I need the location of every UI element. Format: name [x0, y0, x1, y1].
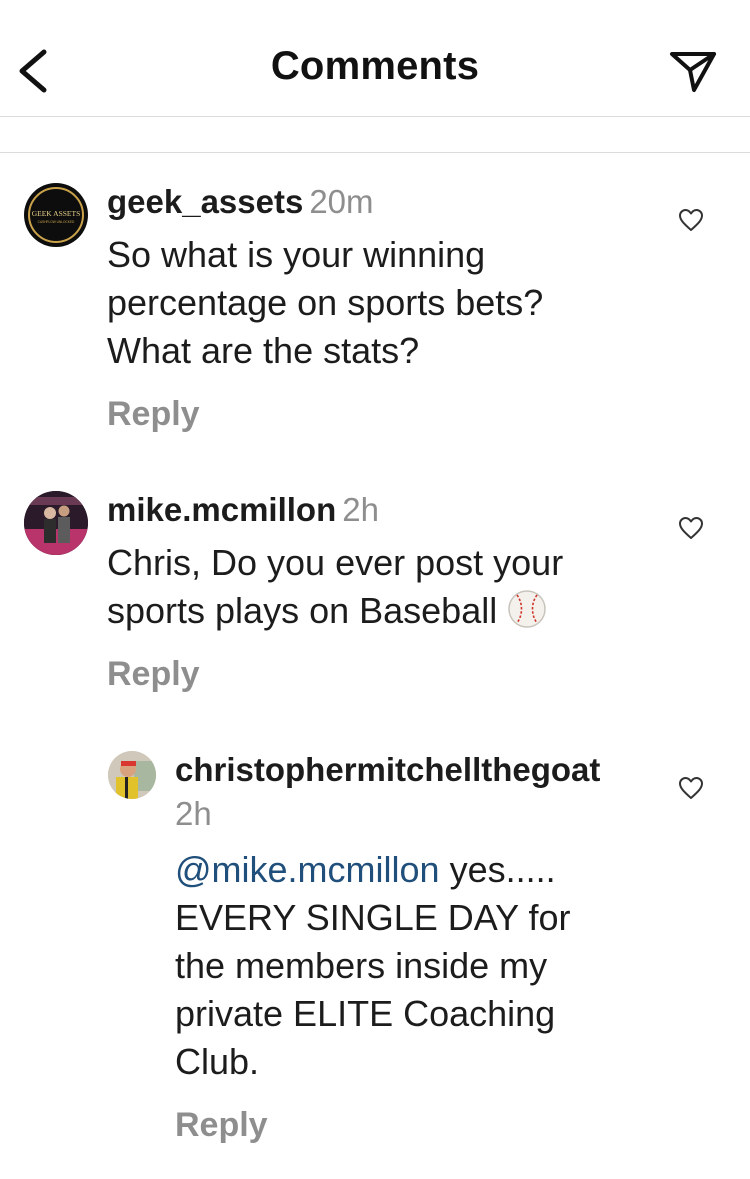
reply-button[interactable]: Reply	[175, 1106, 600, 1145]
share-button[interactable]	[668, 48, 718, 94]
section-divider	[0, 152, 750, 153]
svg-text:GEEK ASSETS: GEEK ASSETS	[32, 209, 81, 218]
comment-line: Club.	[175, 1041, 260, 1082]
comment-line: EVERY SINGLE DAY for	[175, 897, 571, 938]
avatar[interactable]	[24, 491, 88, 555]
timestamp: 2h	[342, 491, 379, 528]
comment-line: So what is your winning	[107, 234, 486, 275]
comment-header: geek_assets 20m	[107, 182, 543, 222]
header: Comments	[0, 0, 750, 117]
comment-line: the members inside my	[175, 945, 548, 986]
comment-text: So what is your winning percentage on sp…	[107, 231, 543, 375]
mention-link[interactable]: @mike.mcmillon	[175, 849, 440, 890]
username[interactable]: christophermitchellthegoat	[175, 751, 600, 788]
comment-item: GEEK ASSETS CASHFLOW UNLOCKED geek_asset…	[0, 180, 750, 440]
geek-assets-logo: GEEK ASSETS CASHFLOW UNLOCKED	[25, 184, 87, 246]
reply-button[interactable]: Reply	[107, 395, 543, 434]
comment-line: What are the stats?	[107, 330, 420, 371]
heart-icon[interactable]	[678, 208, 704, 232]
send-icon	[670, 52, 716, 92]
comment-header: christophermitchellthegoat	[175, 750, 600, 790]
avatar[interactable]	[108, 751, 156, 799]
comment-text: Chris, Do you ever post your sports play…	[107, 539, 563, 635]
comment-header: mike.mcmillon 2h	[107, 490, 563, 530]
heart-icon[interactable]	[678, 516, 704, 540]
reply-comment-item: christophermitchellthegoat 2h @mike.mcmi…	[0, 748, 750, 1168]
username[interactable]: geek_assets	[107, 183, 303, 220]
comment-line: sports plays on Baseball	[107, 587, 563, 635]
comment-line: Chris, Do you ever post your	[107, 542, 564, 583]
reply-button[interactable]: Reply	[107, 655, 563, 694]
baseball-icon	[508, 590, 546, 628]
username[interactable]: mike.mcmillon	[107, 491, 336, 528]
comment-text: @mike.mcmillon yes..... EVERY SINGLE DAY…	[175, 846, 600, 1086]
profile-photo	[108, 751, 156, 799]
timestamp: 2h	[175, 795, 212, 832]
svg-text:CASHFLOW UNLOCKED: CASHFLOW UNLOCKED	[38, 220, 75, 224]
comment-line: private ELITE Coaching	[175, 993, 556, 1034]
comment-line: percentage on sports bets?	[107, 282, 544, 323]
timestamp: 20m	[309, 183, 374, 220]
comment-line: @mike.mcmillon yes.....	[175, 849, 556, 890]
avatar[interactable]: GEEK ASSETS CASHFLOW UNLOCKED	[24, 183, 88, 247]
profile-photo	[24, 491, 88, 555]
heart-icon[interactable]	[678, 776, 704, 800]
baseball-emoji	[507, 589, 547, 629]
comment-item: mike.mcmillon 2h Chris, Do you ever post …	[0, 488, 750, 708]
page-title: Comments	[270, 44, 480, 88]
